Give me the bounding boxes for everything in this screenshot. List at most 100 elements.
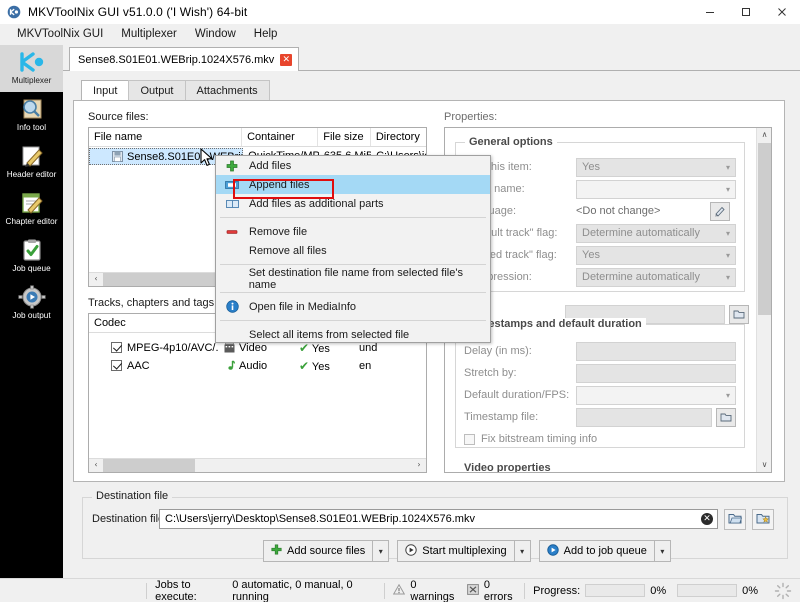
sidebar-item-chapter-editor[interactable]: Chapter editor [0, 186, 63, 233]
check-icon: ✔ [299, 358, 310, 373]
browse-destination-button[interactable] [724, 509, 746, 530]
sidebar-item-info-tool[interactable]: Info tool [0, 92, 63, 139]
tab-output[interactable]: Output [128, 80, 186, 101]
close-button[interactable] [764, 0, 800, 24]
destination-file-input[interactable]: C:\Users\jerry\Desktop\Sense8.S01E01.WEB… [159, 509, 718, 529]
chapter-editor-icon [17, 189, 47, 216]
add-to-job-queue-dropdown[interactable]: ▾ [654, 540, 671, 562]
property-label: Default duration/FPS: [464, 389, 570, 401]
scroll-up-icon[interactable]: ∧ [757, 128, 771, 142]
menu-item-remove-file[interactable]: Remove file [216, 222, 490, 241]
plus-icon [271, 544, 282, 558]
menu-item-label: Remove all files [249, 244, 327, 257]
action-buttons: Add source files ▾ Start multiplexing ▾ [263, 540, 671, 562]
destination-file-group: Destination file Destination file: C:\Us… [82, 490, 788, 562]
sidebar-item-job-queue[interactable]: Job queue [0, 233, 63, 280]
timestamp-file-field[interactable] [576, 407, 712, 427]
menu-item-add-files[interactable]: Add files [216, 156, 490, 175]
folder-icon[interactable] [716, 407, 736, 427]
context-menu[interactable]: Add files Append files Add files as addi… [215, 155, 491, 343]
column-directory[interactable]: Directory [371, 128, 426, 146]
column-file-name[interactable]: File name [89, 128, 243, 146]
jobs-label: Jobs to execute: [155, 578, 197, 602]
error-icon [466, 583, 479, 598]
scroll-right-icon[interactable]: › [412, 459, 426, 472]
scroll-down-icon[interactable]: ∨ [757, 458, 771, 472]
cell-type-text: Audio [239, 359, 268, 372]
checkbox-copy-track[interactable] [111, 341, 122, 353]
table-row[interactable]: AAC Audio ✔ Yes en [89, 357, 426, 375]
minimize-button[interactable] [692, 0, 728, 24]
clear-icon[interactable]: ✕ [701, 513, 713, 525]
progress-bar-1 [585, 584, 646, 597]
window-controls [692, 0, 800, 24]
scroll-thumb[interactable] [758, 143, 771, 315]
progress-value-1: 0% [650, 584, 667, 597]
cell-copy-text: Yes [311, 360, 330, 373]
property-row-stretch-by: Stretch by: [464, 363, 742, 383]
add-source-files-button[interactable]: Add source files [263, 540, 374, 562]
menu-item-open-file-in-mediainfo[interactable]: Open file in MediaInfo [216, 297, 490, 316]
add-source-files-dropdown[interactable]: ▾ [373, 540, 390, 562]
scroll-left-icon[interactable]: ‹ [89, 459, 103, 472]
sidebar-item-multiplexer[interactable]: Multiplexer [0, 45, 63, 92]
sidebar-item-header-editor[interactable]: Header editor [0, 139, 63, 186]
source-files-header: File name Container File size Directory [89, 128, 426, 147]
tracks-label: Tracks, chapters and tags: [88, 297, 218, 309]
menu-item-remove-all-files[interactable]: Remove all files [216, 241, 490, 260]
start-multiplexing-dropdown[interactable]: ▾ [514, 540, 531, 562]
property-row-fix-bitstream[interactable]: Fix bitstream timing info [464, 429, 742, 449]
menu-item-set-destination-file-name[interactable]: Set destination file name from selected … [216, 267, 490, 291]
blank-icon [221, 270, 243, 287]
tracks-hscrollbar[interactable]: ‹ › [89, 458, 426, 472]
track-name-combo[interactable]: ▾ [576, 179, 736, 199]
column-container[interactable]: Container [242, 128, 319, 146]
scroll-track[interactable] [103, 459, 412, 472]
mux-this-item-combo[interactable]: Yes ▾ [576, 157, 736, 177]
chevron-down-icon: ▾ [725, 390, 730, 400]
tab-attachments[interactable]: Attachments [184, 80, 270, 101]
menu-multiplexer[interactable]: Multiplexer [112, 24, 186, 44]
window-title: MKVToolNix GUI v51.0.0 ('I Wish') 64-bit [28, 4, 248, 19]
cell-language: en [359, 359, 372, 372]
menu-window[interactable]: Window [186, 24, 245, 44]
default-duration-combo[interactable]: ▾ [576, 385, 736, 405]
properties-vscrollbar[interactable]: ∧ ∨ [756, 128, 771, 472]
queue-icon [546, 543, 559, 559]
folder-icon[interactable] [729, 304, 749, 324]
fix-bitstream-label: Fix bitstream timing info [481, 433, 598, 445]
parts-icon [221, 195, 243, 212]
delay-field[interactable] [576, 341, 736, 361]
property-label: Timestamp file: [464, 411, 539, 423]
scroll-left-icon[interactable]: ‹ [89, 273, 103, 286]
checkbox-fix-bitstream[interactable] [464, 433, 475, 445]
document-tab-strip: Sense8.S01E01.WEBrip.1024X576.mkv ✕ [63, 45, 800, 72]
scroll-thumb[interactable] [103, 459, 195, 472]
close-icon[interactable]: ✕ [280, 53, 293, 66]
tab-input[interactable]: Input [81, 80, 130, 101]
menu-mkvtoolnix-gui[interactable]: MKVToolNix GUI [8, 24, 112, 44]
menu-item-select-all-items[interactable]: Select all items from selected file [216, 325, 490, 344]
menu-help[interactable]: Help [245, 24, 287, 44]
compression-combo[interactable]: Determine automatically ▾ [576, 267, 736, 287]
maximize-button[interactable] [728, 0, 764, 24]
stretch-by-field[interactable] [576, 363, 736, 383]
warnings-cell[interactable]: 0 warnings 0 errors [385, 579, 524, 602]
menu-item-add-files-as-additional-parts[interactable]: Add files as additional parts [216, 194, 490, 213]
destination-file-value: C:\Users\jerry\Desktop\Sense8.S01E01.WEB… [165, 513, 475, 525]
property-row-timestamp-file: Timestamp file: [464, 407, 742, 427]
menu-separator [220, 264, 486, 265]
column-codec[interactable]: Codec [89, 314, 219, 332]
pencil-icon[interactable] [710, 201, 730, 221]
document-tab[interactable]: Sense8.S01E01.WEBrip.1024X576.mkv ✕ [69, 47, 300, 72]
sidebar-label-job-queue: Job queue [12, 264, 51, 273]
favorite-destination-button[interactable] [752, 509, 774, 530]
default-track-flag-combo[interactable]: Determine automatically ▾ [576, 223, 736, 243]
add-to-job-queue-button[interactable]: Add to job queue [538, 540, 655, 562]
forced-track-flag-combo[interactable]: Yes ▾ [576, 245, 736, 265]
menu-item-append-files[interactable]: Append files [216, 175, 490, 194]
checkbox-copy-track[interactable] [111, 359, 122, 371]
column-file-size[interactable]: File size [318, 128, 371, 146]
sidebar-item-job-output[interactable]: Job output [0, 280, 63, 327]
start-multiplexing-button[interactable]: Start multiplexing [397, 540, 515, 562]
